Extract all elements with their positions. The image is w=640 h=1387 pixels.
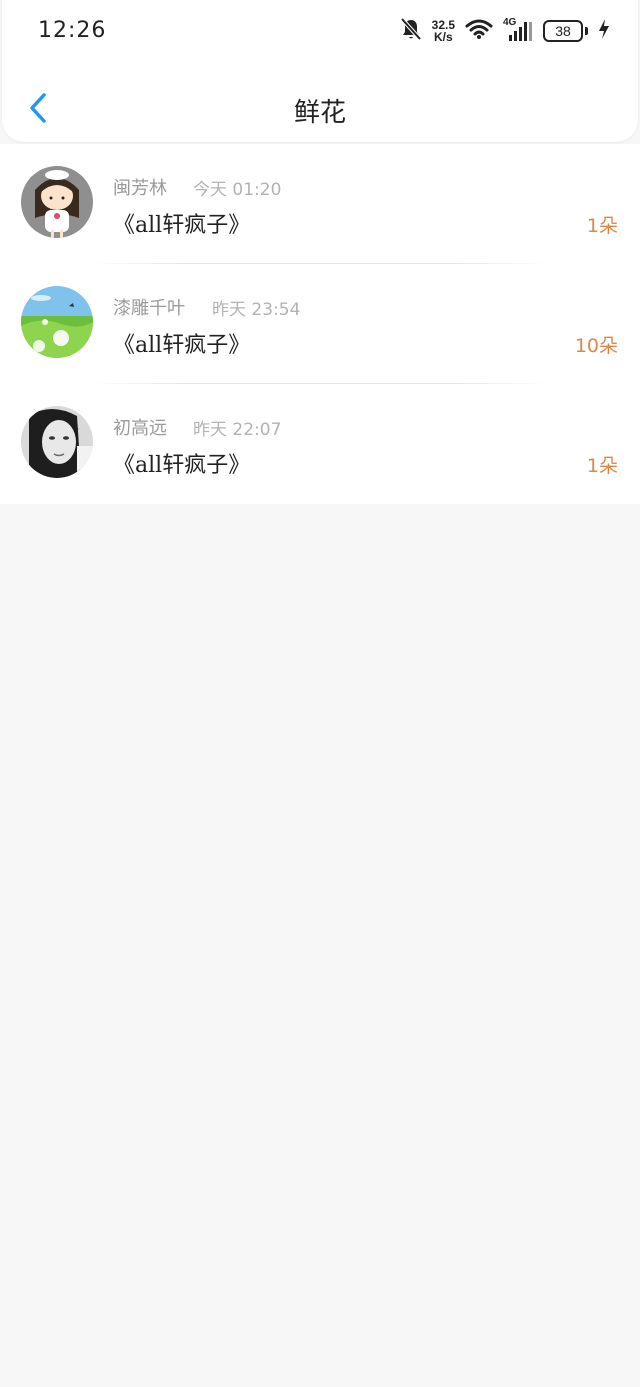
network-speed-unit: K/s <box>433 30 453 44</box>
book-title: 《all轩疯子》 <box>113 213 251 238</box>
battery-indicator: 38 <box>543 20 588 42</box>
send-time: 昨天 23:54 <box>212 300 301 320</box>
book-title: 《all轩疯子》 <box>113 333 251 358</box>
list-item[interactable]: 初高远 昨天 22:07 《all轩疯子》 1朵 <box>0 384 640 504</box>
battery-tip <box>585 27 588 35</box>
avatar[interactable] <box>21 406 93 478</box>
charging-icon <box>598 18 610 44</box>
book-title: 《all轩疯子》 <box>113 453 251 478</box>
sender-name: 初高远 <box>113 418 167 439</box>
flower-count: 10朵 <box>574 335 618 357</box>
sender-name: 闽芳林 <box>113 178 167 199</box>
wifi-icon <box>465 18 493 44</box>
page-title: 鲜花 <box>293 98 346 128</box>
battery-level: 38 <box>543 20 583 42</box>
send-time: 今天 01:20 <box>193 180 282 200</box>
sender-name: 漆雕千叶 <box>113 298 185 319</box>
avatar[interactable] <box>21 166 93 238</box>
network-speed: 32.5 K/s <box>432 19 455 43</box>
flower-count: 1朵 <box>586 215 618 237</box>
header-bar: 12:26 32.5 K/s 4G 38 鲜花 <box>2 0 638 142</box>
status-icons: 32.5 K/s 4G 38 <box>400 17 610 45</box>
flower-list: 闽芳林 今天 01:20 《all轩疯子》 1朵 漆雕千叶 昨天 23:54 《… <box>0 144 640 504</box>
flower-count: 1朵 <box>586 455 618 477</box>
send-time: 昨天 22:07 <box>193 420 282 440</box>
list-item[interactable]: 闽芳林 今天 01:20 《all轩疯子》 1朵 <box>0 144 640 264</box>
cellular-signal-icon: 4G <box>503 17 533 43</box>
mute-bell-icon <box>400 17 422 45</box>
list-item[interactable]: 漆雕千叶 昨天 23:54 《all轩疯子》 10朵 <box>0 264 640 384</box>
status-time: 12:26 <box>38 18 107 43</box>
avatar[interactable] <box>21 286 93 358</box>
